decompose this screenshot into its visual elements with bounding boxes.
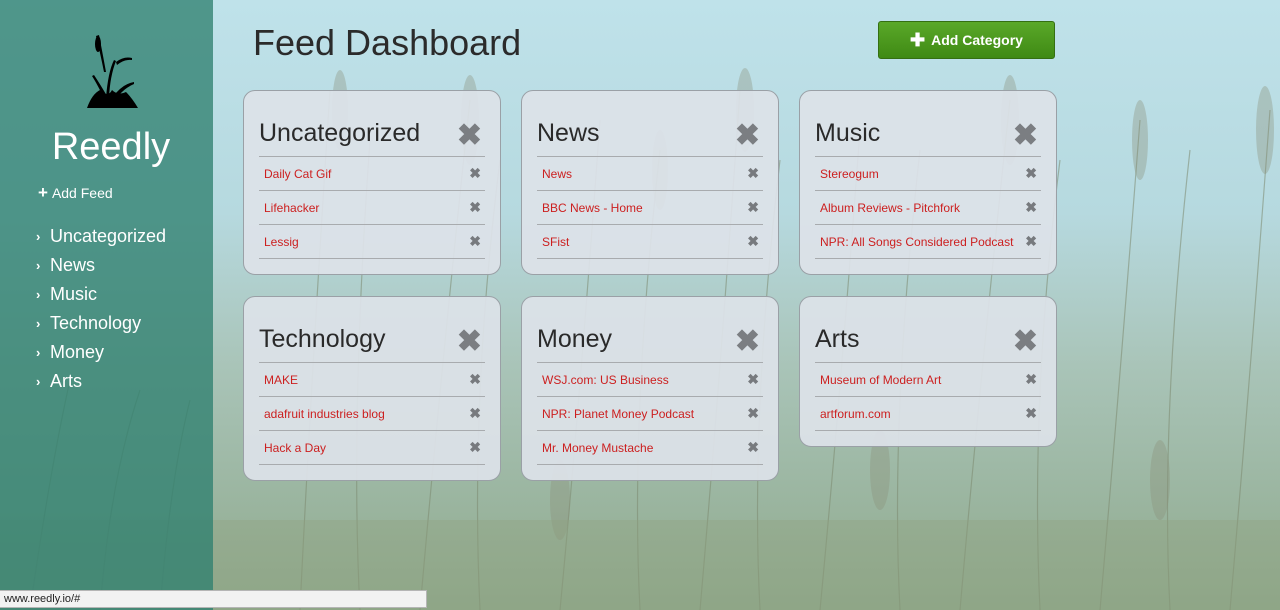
- feed-item: WSJ.com: US Business ✖: [537, 363, 763, 397]
- chevron-right-icon: ›: [36, 258, 41, 273]
- feed-link[interactable]: adafruit industries blog: [264, 407, 385, 421]
- feed-item: Museum of Modern Art ✖: [815, 363, 1041, 397]
- close-icon[interactable]: ✖: [1013, 327, 1038, 357]
- close-icon[interactable]: ✖: [747, 371, 759, 388]
- feed-link[interactable]: Daily Cat Gif: [264, 167, 331, 181]
- close-icon[interactable]: ✖: [1025, 233, 1037, 250]
- sidebar-item-label: Arts: [50, 371, 83, 391]
- feed-item: BBC News - Home ✖: [537, 191, 763, 225]
- feed-link[interactable]: artforum.com: [820, 407, 891, 421]
- close-icon[interactable]: ✖: [469, 439, 481, 456]
- feed-item: NPR: All Songs Considered Podcast ✖: [815, 225, 1041, 259]
- close-icon[interactable]: ✖: [469, 233, 481, 250]
- add-category-button[interactable]: ✚ Add Category: [878, 21, 1055, 59]
- close-icon[interactable]: ✖: [747, 439, 759, 456]
- chevron-right-icon: ›: [36, 316, 41, 331]
- feed-link[interactable]: Stereogum: [820, 167, 879, 181]
- close-icon[interactable]: ✖: [735, 327, 760, 357]
- feed-item: SFist ✖: [537, 225, 763, 259]
- card-title: Arts: [815, 325, 860, 353]
- feed-item: Lifehacker ✖: [259, 191, 485, 225]
- feed-item: NPR: Planet Money Podcast ✖: [537, 397, 763, 431]
- chevron-right-icon: ›: [36, 374, 41, 389]
- feed-link[interactable]: SFist: [542, 235, 569, 249]
- category-card-news: News ✖ News ✖ BBC News - Home ✖ SFist ✖: [521, 90, 779, 275]
- sidebar-item-news[interactable]: › News: [36, 251, 166, 280]
- category-card-music: Music ✖ Stereogum ✖ Album Reviews - Pitchf…: [799, 90, 1057, 275]
- close-icon[interactable]: ✖: [457, 121, 482, 151]
- close-icon[interactable]: ✖: [469, 165, 481, 182]
- sidebar-item-label: Money: [50, 342, 105, 362]
- feed-link[interactable]: Mr. Money Mustache: [542, 441, 653, 455]
- close-icon[interactable]: ✖: [1025, 405, 1037, 422]
- plus-icon: +: [38, 183, 48, 202]
- sidebar: Reedly + Add Feed › Uncategorized › News ›…: [0, 0, 213, 610]
- card-title: Money: [537, 325, 613, 353]
- page-title: Feed Dashboard: [253, 22, 522, 63]
- feed-item: Mr. Money Mustache ✖: [537, 431, 763, 465]
- feed-item: Lessig ✖: [259, 225, 485, 259]
- feed-link[interactable]: Album Reviews - Pitchfork: [820, 201, 960, 215]
- category-card-technology: Technology ✖ MAKE ✖ adafruit industries bl…: [243, 296, 501, 481]
- sidebar-item-music[interactable]: › Music: [36, 280, 166, 309]
- sidebar-item-technology[interactable]: › Technology: [36, 309, 166, 338]
- card-title: Uncategorized: [259, 119, 421, 147]
- feed-link[interactable]: Hack a Day: [264, 441, 326, 455]
- feed-link[interactable]: Lessig: [264, 235, 299, 249]
- category-card-uncategorized: Uncategorized ✖ Daily Cat Gif ✖ Lifehacker…: [243, 90, 501, 275]
- status-bar-url: www.reedly.io/#: [0, 590, 427, 608]
- close-icon[interactable]: ✖: [1013, 121, 1038, 151]
- add-category-label: Add Category: [931, 32, 1023, 48]
- feed-item: Stereogum ✖: [815, 157, 1041, 191]
- sidebar-item-label: Technology: [50, 313, 142, 333]
- feed-link[interactable]: WSJ.com: US Business: [542, 373, 669, 387]
- feed-link[interactable]: Museum of Modern Art: [820, 373, 941, 387]
- close-icon[interactable]: ✖: [747, 165, 759, 182]
- feed-link[interactable]: Lifehacker: [264, 201, 319, 215]
- feed-item: adafruit industries blog ✖: [259, 397, 485, 431]
- add-feed-button[interactable]: + Add Feed: [38, 183, 113, 202]
- reed-logo: [87, 35, 138, 108]
- chevron-right-icon: ›: [36, 287, 41, 302]
- close-icon[interactable]: ✖: [747, 233, 759, 250]
- sidebar-item-label: Music: [50, 284, 98, 304]
- card-title: News: [537, 119, 600, 147]
- feed-item: MAKE ✖: [259, 363, 485, 397]
- close-icon[interactable]: ✖: [1025, 165, 1037, 182]
- feed-link[interactable]: News: [542, 167, 572, 181]
- close-icon[interactable]: ✖: [457, 327, 482, 357]
- brand-name: Reedly: [51, 126, 171, 168]
- chevron-right-icon: ›: [36, 345, 41, 360]
- card-title: Music: [815, 119, 881, 147]
- feed-item: Hack a Day ✖: [259, 431, 485, 465]
- feed-item: Album Reviews - Pitchfork ✖: [815, 191, 1041, 225]
- sidebar-item-uncategorized[interactable]: › Uncategorized: [36, 222, 166, 251]
- close-icon[interactable]: ✖: [469, 405, 481, 422]
- sidebar-item-money[interactable]: › Money: [36, 338, 166, 367]
- card-title: Technology: [259, 325, 386, 353]
- close-icon[interactable]: ✖: [747, 405, 759, 422]
- category-nav: › Uncategorized › News › Music › Technology …: [36, 222, 166, 396]
- close-icon[interactable]: ✖: [469, 371, 481, 388]
- sidebar-item-label: News: [50, 255, 96, 275]
- sidebar-item-label: Uncategorized: [50, 226, 167, 246]
- close-icon[interactable]: ✖: [1025, 199, 1037, 216]
- add-feed-label: Add Feed: [51, 185, 113, 201]
- close-icon[interactable]: ✖: [735, 121, 760, 151]
- feed-item: Daily Cat Gif ✖: [259, 157, 485, 191]
- close-icon[interactable]: ✖: [1025, 371, 1037, 388]
- plus-icon: ✚: [910, 30, 926, 50]
- feed-link[interactable]: MAKE: [264, 373, 298, 387]
- chevron-right-icon: ›: [36, 229, 41, 244]
- category-card-arts: Arts ✖ Museum of Modern Art ✖ artforum.com…: [799, 296, 1057, 447]
- sidebar-item-arts[interactable]: › Arts: [36, 367, 166, 396]
- feed-link[interactable]: NPR: All Songs Considered Podcast: [820, 235, 1013, 249]
- feed-link[interactable]: BBC News - Home: [542, 201, 643, 215]
- feed-link[interactable]: NPR: Planet Money Podcast: [542, 407, 694, 421]
- feed-item: News ✖: [537, 157, 763, 191]
- category-card-money: Money ✖ WSJ.com: US Business ✖ NPR: Planet…: [521, 296, 779, 481]
- feed-item: artforum.com ✖: [815, 397, 1041, 431]
- close-icon[interactable]: ✖: [747, 199, 759, 216]
- close-icon[interactable]: ✖: [469, 199, 481, 216]
